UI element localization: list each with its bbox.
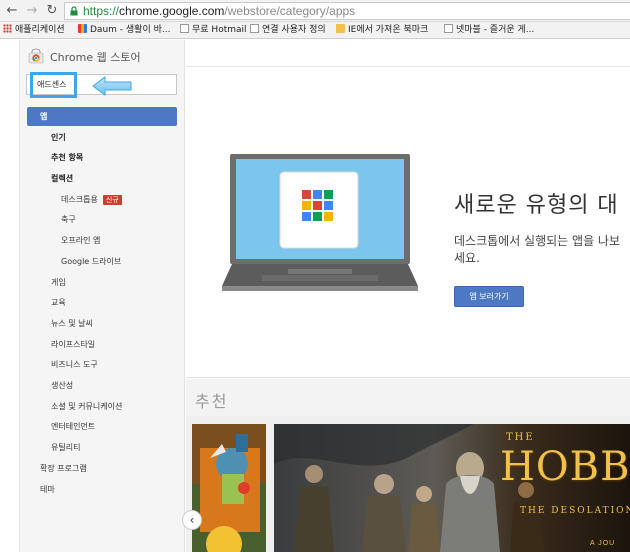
back-icon[interactable]: ←	[4, 3, 20, 19]
sidebar-item-entertainment[interactable]: 엔터테인먼트	[51, 422, 95, 432]
forward-icon[interactable]: →	[24, 3, 40, 19]
sidebar-item-productivity[interactable]: 생산성	[51, 381, 73, 391]
sidebar-item-extensions[interactable]: 확장 프로그램	[40, 464, 87, 474]
laptop-illustration	[222, 154, 418, 291]
movie-tagline: A JOU	[590, 540, 616, 547]
highlight-box	[30, 72, 77, 98]
sidebar-item-desktop[interactable]: 데스크톱용 신규	[61, 195, 122, 205]
sidebar-item-popular[interactable]: 인기	[51, 133, 66, 143]
reload-icon[interactable]: ↻	[44, 3, 60, 19]
sidebar-item-education[interactable]: 교육	[51, 298, 66, 308]
left-gutter	[0, 40, 20, 552]
bookmark-apps[interactable]: 애플리케이션	[3, 24, 65, 37]
sidebar-item-business[interactable]: 비즈니스 도구	[51, 360, 98, 370]
sidebar-item-soccer[interactable]: 축구	[61, 215, 76, 225]
movie-title-the: THE	[506, 432, 535, 443]
bookmarks-bar: 애플리케이션 Daum - 생활이 바... 무료 Hotmail 연결 사용자…	[0, 22, 630, 39]
carousel-prev-button[interactable]: ‹	[182, 510, 202, 530]
address-bar[interactable]: https://chrome.google.com/webstore/categ…	[64, 2, 630, 20]
sidebar-item-social[interactable]: 소셜 및 커뮤니케이션	[51, 402, 122, 412]
sidebar: Chrome 웹 스토어 애드센스 앱 인기 추천 항목 컬렉션 데스크톱용 신규…	[20, 40, 185, 552]
movie-title: HOBBIT	[500, 444, 630, 490]
url-text: https://chrome.google.com/webstore/categ…	[83, 4, 356, 18]
sidebar-item-lifestyle[interactable]: 라이프스타일	[51, 340, 95, 350]
sidebar-item-utilities[interactable]: 유틸리티	[51, 443, 80, 453]
hero-description: 데스크톱에서 실행되는 앱을 나보세요.	[454, 234, 621, 265]
category-apps-active[interactable]: 앱	[27, 107, 177, 126]
sidebar-item-themes[interactable]: 테마	[40, 485, 55, 495]
sidebar-item-featured[interactable]: 추천 항목	[51, 153, 83, 163]
sidebar-item-news[interactable]: 뉴스 및 날씨	[51, 319, 93, 329]
chrome-web-store-icon	[28, 48, 44, 64]
bookmark-custom-link[interactable]: 연결 사용자 정의	[250, 24, 326, 37]
arrow-left-icon	[92, 76, 132, 96]
recommended-header: 추천	[186, 379, 630, 416]
apps-grid-icon	[3, 24, 12, 33]
bookmark-netmarble[interactable]: 넷마블 - 즐거운 게...	[444, 24, 534, 37]
browser-toolbar: ← → ↻ https://chrome.google.com/webstore…	[0, 0, 630, 22]
folder-icon	[336, 24, 345, 33]
lock-icon	[70, 6, 78, 16]
page-icon	[180, 24, 189, 33]
category-apps-label: 앱	[40, 112, 48, 121]
page-icon	[444, 24, 453, 33]
hero-banner[interactable]: 새로운 유형의 대 데스크톱에서 실행되는 앱을 나보세요. 앱 보러가기	[186, 68, 630, 378]
sidebar-item-games[interactable]: 게임	[51, 278, 66, 288]
sidebar-item-desktop-label: 데스크톱용	[61, 195, 98, 204]
bookmark-daum[interactable]: Daum - 생활이 바...	[78, 24, 170, 37]
page-icon	[250, 24, 259, 33]
sidebar-item-drive[interactable]: Google 드라이브	[61, 257, 121, 267]
bookmark-ie-folder[interactable]: IE에서 가져온 북마크	[336, 24, 428, 37]
view-apps-button[interactable]: 앱 보러가기	[454, 286, 524, 307]
sidebar-item-offline[interactable]: 오프라인 앱	[61, 236, 100, 246]
sidebar-item-collections[interactable]: 컬렉션	[51, 174, 73, 184]
new-badge: 신규	[102, 195, 122, 205]
movie-subtitle: THE DESOLATION	[520, 506, 630, 516]
main-content: 새로운 유형의 대 데스크톱에서 실행되는 앱을 나보세요. 앱 보러가기 추천	[182, 40, 630, 552]
movie-tile-hobbit[interactable]: THE HOBBIT THE DESOLATION A JOU	[274, 424, 630, 552]
game-artwork	[192, 424, 266, 552]
app-tile-game[interactable]	[192, 424, 266, 552]
recommended-title: 추천	[195, 392, 229, 411]
bookmark-hotmail[interactable]: 무료 Hotmail	[180, 24, 247, 37]
store-title: Chrome 웹 스토어	[50, 51, 141, 64]
top-band	[186, 40, 630, 67]
daum-icon	[78, 24, 87, 33]
recommended-carousel: ‹ THE HOBB THE DESOLATION A JOU	[182, 416, 630, 552]
hero-title: 새로운 유형의 대	[454, 193, 619, 218]
